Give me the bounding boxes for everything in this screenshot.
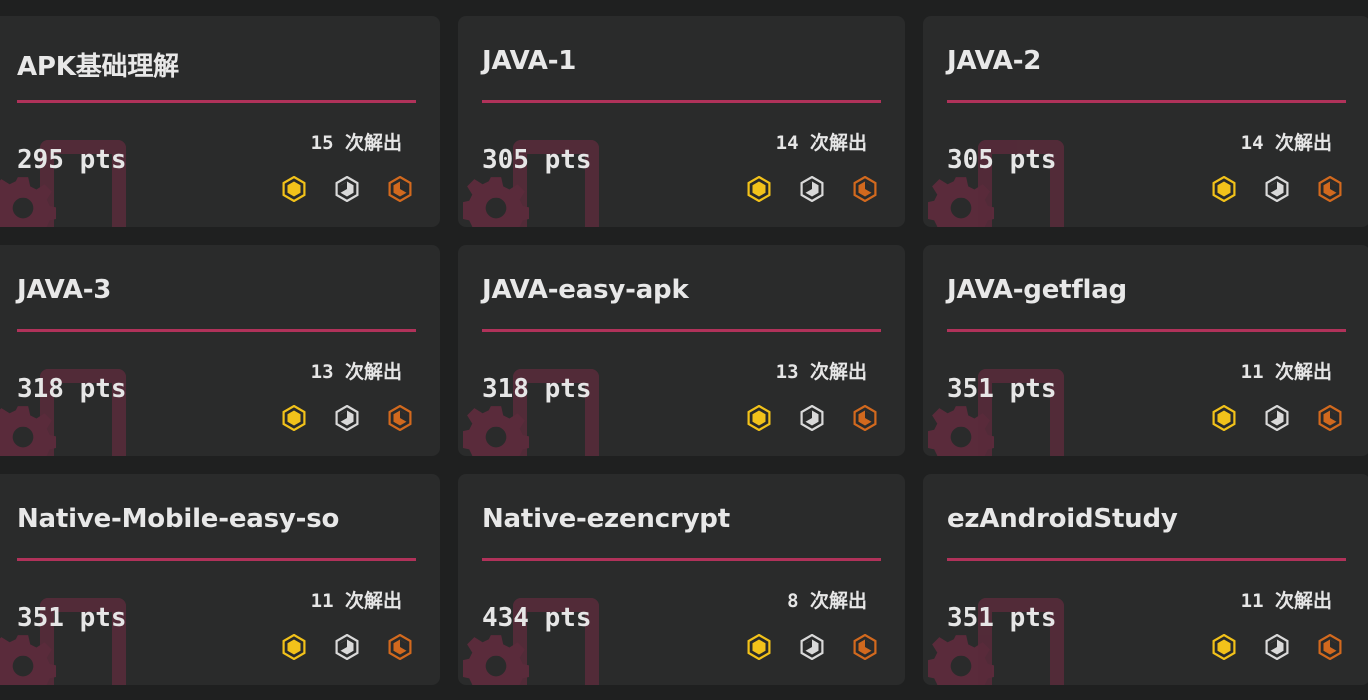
solve-count: 14 次解出	[775, 132, 867, 154]
silver-medal-icon	[335, 634, 359, 660]
solve-count: 11 次解出	[1240, 590, 1332, 612]
challenge-card-ezandroidstudy[interactable]: ezAndroidStudy 351 pts 11 次解出	[923, 474, 1368, 685]
medal-row	[1211, 634, 1343, 660]
challenge-title: Native-Mobile-easy-so	[17, 504, 340, 534]
bronze-medal-icon	[1318, 634, 1342, 660]
challenge-title: ezAndroidStudy	[947, 504, 1178, 534]
gold-medal-icon	[282, 634, 306, 660]
silver-medal-icon	[800, 405, 824, 431]
bronze-medal-icon	[853, 405, 877, 431]
medal-row	[281, 176, 413, 202]
medal-row	[281, 634, 413, 660]
silver-medal-icon	[1265, 634, 1289, 660]
challenge-points: 434 pts	[482, 603, 592, 633]
gold-medal-icon	[1212, 176, 1236, 202]
medal-row	[1211, 405, 1343, 431]
challenge-points: 351 pts	[17, 603, 127, 633]
challenge-card-java-getflag[interactable]: JAVA-getflag 351 pts 11 次解出	[923, 245, 1368, 456]
challenge-points: 351 pts	[947, 374, 1057, 404]
challenge-points: 305 pts	[947, 145, 1057, 175]
bronze-medal-icon	[388, 176, 412, 202]
solve-count: 11 次解出	[1240, 361, 1332, 383]
silver-medal-icon	[1265, 405, 1289, 431]
medal-row	[281, 405, 413, 431]
gold-medal-icon	[1212, 634, 1236, 660]
title-divider	[482, 329, 881, 332]
title-divider	[947, 100, 1346, 103]
bronze-medal-icon	[853, 176, 877, 202]
silver-medal-icon	[800, 634, 824, 660]
challenge-card-java-1[interactable]: JAVA-1 305 pts 14 次解出	[458, 16, 905, 227]
gold-medal-icon	[747, 405, 771, 431]
medal-row	[746, 634, 878, 660]
challenge-title: JAVA-2	[947, 46, 1042, 76]
title-divider	[947, 329, 1346, 332]
gold-medal-icon	[282, 176, 306, 202]
bronze-medal-icon	[853, 634, 877, 660]
silver-medal-icon	[335, 405, 359, 431]
challenge-title: JAVA-getflag	[947, 275, 1127, 305]
title-divider	[17, 558, 416, 561]
challenge-title: JAVA-easy-apk	[482, 275, 689, 305]
title-divider	[482, 100, 881, 103]
challenge-points: 318 pts	[482, 374, 592, 404]
challenge-points: 318 pts	[17, 374, 127, 404]
challenge-title: APK基础理解	[17, 52, 179, 82]
gold-medal-icon	[747, 634, 771, 660]
challenge-card-apk-basics[interactable]: APK基础理解 295 pts 15 次解出	[0, 16, 440, 227]
solve-count: 8 次解出	[787, 590, 867, 612]
silver-medal-icon	[1265, 176, 1289, 202]
medal-row	[1211, 176, 1343, 202]
challenge-points: 295 pts	[17, 145, 127, 175]
solve-count: 15 次解出	[310, 132, 402, 154]
challenge-title: Native-ezencrypt	[482, 504, 730, 534]
solve-count: 14 次解出	[1240, 132, 1332, 154]
challenge-card-java-easy-apk[interactable]: JAVA-easy-apk 318 pts 13 次解出	[458, 245, 905, 456]
challenge-card-java-2[interactable]: JAVA-2 305 pts 14 次解出	[923, 16, 1368, 227]
bronze-medal-icon	[388, 405, 412, 431]
gold-medal-icon	[1212, 405, 1236, 431]
challenge-points: 305 pts	[482, 145, 592, 175]
challenge-card-java-3[interactable]: JAVA-3 318 pts 13 次解出	[0, 245, 440, 456]
solve-count: 13 次解出	[310, 361, 402, 383]
bronze-medal-icon	[1318, 405, 1342, 431]
medal-row	[746, 405, 878, 431]
challenge-title: JAVA-3	[17, 275, 112, 305]
silver-medal-icon	[335, 176, 359, 202]
bronze-medal-icon	[1318, 176, 1342, 202]
title-divider	[947, 558, 1346, 561]
medal-row	[746, 176, 878, 202]
solve-count: 11 次解出	[310, 590, 402, 612]
title-divider	[17, 100, 416, 103]
silver-medal-icon	[800, 176, 824, 202]
gold-medal-icon	[747, 176, 771, 202]
challenge-grid: APK基础理解 295 pts 15 次解出 JAVA-1 305 pts 14…	[0, 0, 1368, 700]
challenge-title: JAVA-1	[482, 46, 577, 76]
title-divider	[482, 558, 881, 561]
bronze-medal-icon	[388, 634, 412, 660]
title-divider	[17, 329, 416, 332]
challenge-points: 351 pts	[947, 603, 1057, 633]
solve-count: 13 次解出	[775, 361, 867, 383]
challenge-card-native-ezencrypt[interactable]: Native-ezencrypt 434 pts 8 次解出	[458, 474, 905, 685]
gold-medal-icon	[282, 405, 306, 431]
challenge-card-native-mobile-easy-so[interactable]: Native-Mobile-easy-so 351 pts 11 次解出	[0, 474, 440, 685]
